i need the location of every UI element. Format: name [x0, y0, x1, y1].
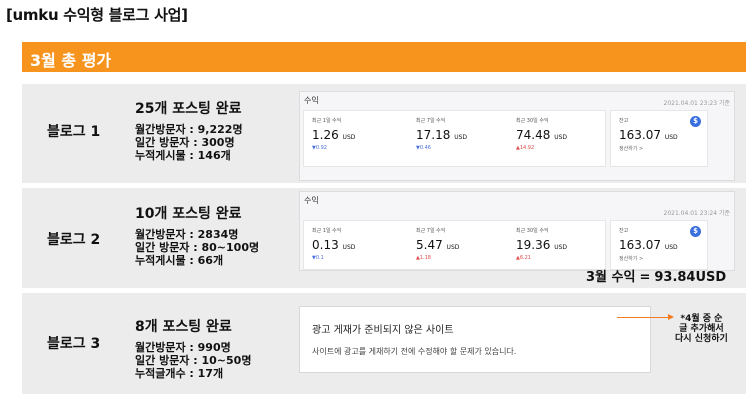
- metric-label: 최근 7일 수익: [416, 118, 446, 124]
- panel-label: 수익: [304, 196, 319, 205]
- daily-visitors: 일간 방문자 : 10~50명: [135, 354, 252, 367]
- metric-7day: 최근 7일 수익 5.47 USD ▲1.18: [416, 227, 459, 261]
- notice-description: 사이트에 광고를 게재하기 전에 수정해야 할 문제가 있습니다.: [312, 347, 517, 356]
- evaluation-banner: 3월 총 평가: [22, 42, 746, 72]
- balance-unit: USD: [664, 134, 678, 141]
- metric-label: 최근 7일 수익: [416, 228, 446, 234]
- revenue-panel: 수익 2021.04.01 23:24 기준 최근 1일 수익 0.13 USD…: [299, 191, 735, 271]
- balance-card: $ 잔고 163.07 USD 정산하기 >: [610, 220, 708, 270]
- metric-value: 17.18 USD: [416, 128, 467, 142]
- page-title: [umku 수익형 블로그 사업]: [6, 6, 188, 24]
- balance-value: 163.07 USD: [619, 128, 678, 142]
- total-posts: 누적게시물 : 66개: [135, 254, 224, 267]
- blog-row-1: 블로그 1 25개 포스팅 완료 월간방문자 : 9,222명 일간 방문자 :…: [22, 84, 746, 183]
- blog-name: 블로그 1: [47, 124, 101, 140]
- metric-label: 최근 30일 수익: [516, 118, 549, 124]
- revenue-panel: 수익 2021.04.01 23:23 기준 최근 1일 수익 1.26 USD…: [299, 91, 735, 181]
- blog-stats: 25개 포스팅 완료 월간방문자 : 9,222명 일간 방문자 : 300명 …: [135, 98, 243, 162]
- banner-title: 3월 총 평가: [30, 51, 112, 70]
- panel-date: 2021.04.01 23:23 기준: [663, 100, 731, 107]
- metric-7day: 최근 7일 수익 17.18 USD ▼0.46: [416, 117, 467, 151]
- metric-number: 74.48: [516, 128, 551, 142]
- metric-number: 0.13: [312, 238, 339, 252]
- balance-label: 잔고: [619, 228, 629, 234]
- revenue-card: 최근 1일 수익 1.26 USD ▼0.92 최근 7일 수익 17.18 U…: [303, 110, 606, 167]
- blog-row-3: 블로그 3 8개 포스팅 완료 월간방문자 : 990명 일간 방문자 : 10…: [22, 293, 746, 394]
- metric-value: 5.47 USD: [416, 238, 459, 252]
- note-line: *4월 중 순: [680, 314, 723, 324]
- metric-1day: 최근 1일 수익 0.13 USD ▼0.1: [312, 227, 355, 261]
- equals-sign: =: [639, 270, 651, 285]
- metric-unit: USD: [342, 244, 356, 251]
- metric-number: 5.47: [416, 238, 443, 252]
- metric-change: ▲14.92: [516, 145, 535, 151]
- metric-1day: 최근 1일 수익 1.26 USD ▼0.92: [312, 117, 355, 151]
- ad-notice-card: 광고 게재가 준비되지 않은 사이트 사이트에 광고를 게재하기 전에 수정해야…: [299, 306, 651, 373]
- posting-summary: 25개 포스팅 완료: [135, 101, 242, 117]
- panel-date: 2021.04.01 23:24 기준: [663, 210, 731, 217]
- total-posts: 누적글개수 : 17개: [135, 367, 224, 380]
- metric-unit: USD: [454, 134, 468, 141]
- blog-stats: 8개 포스팅 완료 월간방문자 : 990명 일간 방문자 : 10~50명 누…: [135, 316, 251, 380]
- metric-change: ▲1.18: [416, 255, 431, 261]
- metric-value: 19.36 USD: [516, 238, 567, 252]
- revenue-card: 최근 1일 수익 0.13 USD ▼0.1 최근 7일 수익 5.47 USD…: [303, 220, 606, 270]
- monthly-visitors: 월간방문자 : 990명: [135, 341, 231, 354]
- monthly-revenue-label: 3월 수익: [586, 270, 636, 285]
- metric-unit: USD: [554, 244, 568, 251]
- blog-stats: 10개 포스팅 완료 월간방문자 : 2834명 일간 방문자 : 80~100…: [135, 203, 259, 267]
- balance-number: 163.07: [619, 238, 661, 252]
- note-line: 다시 신청하기: [675, 334, 728, 344]
- posting-summary: 10개 포스팅 완료: [135, 206, 242, 222]
- arrow-icon: [617, 314, 674, 320]
- metric-value: 0.13 USD: [312, 238, 355, 252]
- dollar-icon: $: [690, 226, 701, 237]
- metric-change: ▲6.21: [516, 255, 531, 261]
- dollar-icon: $: [690, 116, 701, 127]
- balance-label: 잔고: [619, 118, 629, 124]
- metric-value: 1.26 USD: [312, 128, 355, 142]
- settle-link[interactable]: 정산하기 >: [619, 145, 678, 152]
- reapply-note: *4월 중 순 글 추가해서 다시 신청하기: [675, 314, 728, 344]
- blog-name: 블로그 2: [47, 232, 101, 248]
- metric-number: 17.18: [416, 128, 451, 142]
- balance-unit: USD: [664, 244, 678, 251]
- metric-number: 19.36: [516, 238, 551, 252]
- metric-unit: USD: [446, 244, 460, 251]
- metric-30day: 최근 30일 수익 19.36 USD ▲6.21: [516, 227, 567, 261]
- panel-label: 수익: [304, 96, 319, 105]
- settle-link[interactable]: 정산하기 >: [619, 255, 678, 262]
- balance: 잔고 163.07 USD 정산하기 >: [619, 227, 678, 262]
- metric-change: ▼0.1: [312, 255, 324, 261]
- metric-change: ▼0.92: [312, 145, 327, 151]
- monthly-revenue: 3월 수익 = 93.84USD: [586, 266, 726, 285]
- monthly-revenue-value: 93.84USD: [654, 270, 727, 285]
- total-posts: 누적게시물 : 146개: [135, 149, 231, 162]
- blog-name: 블로그 3: [47, 336, 101, 352]
- metric-change: ▼0.46: [416, 145, 431, 151]
- balance-card: $ 잔고 163.07 USD 정산하기 >: [610, 110, 708, 167]
- metric-label: 최근 1일 수익: [312, 228, 342, 234]
- metric-number: 1.26: [312, 128, 339, 142]
- posting-summary: 8개 포스팅 완료: [135, 319, 232, 335]
- balance-value: 163.07 USD: [619, 238, 678, 252]
- notice-title: 광고 게재가 준비되지 않은 사이트: [312, 325, 454, 336]
- metric-label: 최근 1일 수익: [312, 118, 342, 124]
- daily-visitors: 일간 방문자 : 80~100명: [135, 241, 260, 254]
- metric-30day: 최근 30일 수익 74.48 USD ▲14.92: [516, 117, 567, 151]
- balance-number: 163.07: [619, 128, 661, 142]
- monthly-visitors: 월간방문자 : 9,222명: [135, 123, 243, 136]
- metric-unit: USD: [554, 134, 568, 141]
- metric-value: 74.48 USD: [516, 128, 567, 142]
- metric-label: 최근 30일 수익: [516, 228, 549, 234]
- balance: 잔고 163.07 USD 정산하기 >: [619, 117, 678, 152]
- note-line: 글 추가해서: [679, 324, 724, 334]
- daily-visitors: 일간 방문자 : 300명: [135, 136, 235, 149]
- monthly-visitors: 월간방문자 : 2834명: [135, 228, 239, 241]
- metric-unit: USD: [342, 134, 356, 141]
